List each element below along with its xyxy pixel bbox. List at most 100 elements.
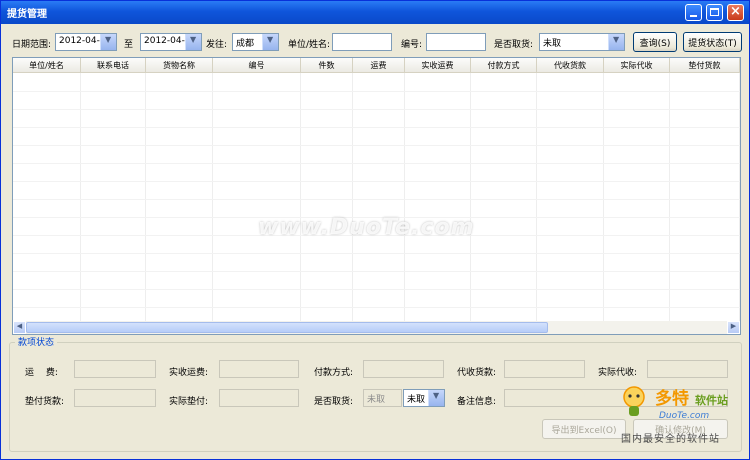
logo-small-text: 软件站 (695, 394, 728, 407)
grid-column-line (470, 73, 471, 321)
column-header[interactable]: 付款方式 (471, 58, 537, 73)
freight-label: 运 费: (25, 368, 58, 378)
column-header[interactable]: 货物名称 (146, 58, 213, 73)
grid-column-line (80, 73, 81, 321)
grid-row-line (13, 163, 740, 164)
origin-dropdown-button[interactable]: ▼ (262, 34, 278, 50)
grid-row-line (13, 181, 740, 182)
actual-cod-label: 实际代收: (598, 368, 638, 378)
payment-method-label: 付款方式: (314, 368, 354, 378)
window: 提货管理 × 日期范围: 2012-04-05 ▼ 至 2012-04-05 ▼… (0, 0, 750, 460)
grid-column-line (300, 73, 301, 321)
received-freight-label: 实收运费: (169, 368, 209, 378)
delivery-status-button[interactable]: 提货状态(T) (683, 32, 742, 52)
column-header[interactable]: 垫付货款 (670, 58, 740, 73)
grid-column-line (145, 73, 146, 321)
query-button[interactable]: 查询(S) (633, 32, 677, 52)
grid-column-line (739, 73, 740, 321)
grid-row-line (13, 307, 740, 308)
grid-row-line (13, 271, 740, 272)
origin-value: 成都 (236, 39, 255, 49)
remark-label: 备注信息: (457, 397, 497, 407)
picked-filter-select[interactable]: 未取 ▼ (539, 33, 625, 51)
grid-column-line (536, 73, 537, 321)
cod-field[interactable] (504, 360, 585, 378)
received-freight-field[interactable] (219, 360, 299, 378)
payment-method-field[interactable] (363, 360, 444, 378)
picked-filter-dropdown-button[interactable]: ▼ (608, 34, 624, 50)
maximize-icon (710, 8, 719, 16)
actual-cod-field[interactable] (647, 360, 728, 378)
minimize-icon (690, 15, 697, 17)
unit-name-label: 单位/姓名: (288, 40, 331, 50)
actual-advance-field[interactable] (219, 389, 299, 407)
chevron-down-icon: ▼ (613, 35, 620, 44)
column-header[interactable]: 实际代收 (604, 58, 670, 73)
scrollbar-thumb[interactable] (26, 322, 548, 333)
to-label: 至 (124, 40, 134, 50)
close-button[interactable]: × (727, 4, 744, 21)
date-from-dropdown-button[interactable]: ▼ (100, 34, 116, 50)
origin-select[interactable]: 成都 ▼ (232, 33, 279, 51)
column-header[interactable]: 实收运费 (405, 58, 471, 73)
grid-row-line (13, 199, 740, 200)
number-input[interactable] (426, 33, 486, 51)
unit-name-input[interactable] (332, 33, 392, 51)
column-header[interactable]: 代收货款 (537, 58, 604, 73)
number-label: 编号: (401, 40, 423, 50)
window-title: 提货管理 (7, 9, 47, 20)
freight-field[interactable] (74, 360, 156, 378)
close-icon: × (730, 4, 741, 19)
scroll-right-button[interactable]: ▶ (727, 321, 740, 334)
delivery-table[interactable]: 单位/姓名 联系电话 货物名称 编号 件数 运费 实收运费 付款方式 代收货款 实际代收 垫付货款 … (12, 57, 741, 335)
scroll-left-button[interactable]: ◀ (13, 321, 26, 334)
date-from-picker[interactable]: 2012-04-05 ▼ (55, 33, 117, 51)
maximize-button[interactable] (706, 4, 723, 21)
grid-column-line (352, 73, 353, 321)
logo-url-text: DuoTe.com (659, 411, 710, 421)
picked-status-label: 是否取货: (314, 397, 354, 407)
picked-status-field[interactable]: 未取 (363, 389, 402, 407)
grid-column-line (603, 73, 604, 321)
grid-row-line (13, 145, 740, 146)
origin-label: 发往: (206, 40, 228, 50)
duote-logo: 多特 软件站 DuoTe.com 国内最安全的软件站 (619, 384, 747, 445)
logo-big-text: 多特 (655, 389, 689, 409)
picked-status-select-value: 未取 (407, 395, 426, 405)
horizontal-scrollbar[interactable]: ◀ ▶ (13, 321, 740, 334)
chevron-down-icon: ▼ (190, 35, 197, 44)
advance-field[interactable] (74, 389, 156, 407)
chevron-down-icon: ▼ (433, 391, 440, 400)
cod-label: 代收货款: (457, 368, 497, 378)
logo-slogan: 国内最安全的软件站 (621, 434, 720, 445)
date-to-dropdown-button[interactable]: ▼ (185, 34, 201, 50)
grid-row-line (13, 127, 740, 128)
grid-column-line (404, 73, 405, 321)
grid-row-line (13, 91, 740, 92)
grid-row-line (13, 109, 740, 110)
column-header[interactable]: 编号 (213, 58, 301, 73)
grid-row-line (13, 253, 740, 254)
picked-status-select[interactable]: 未取 ▼ (403, 389, 445, 407)
date-to-picker[interactable]: 2012-04-05 ▼ (140, 33, 202, 51)
grid-column-line (212, 73, 213, 321)
grid-row-line (13, 289, 740, 290)
payment-status-title: 款项状态 (15, 335, 58, 348)
watermark-text: www.DuoTe.com (258, 215, 475, 240)
chevron-down-icon: ▼ (105, 35, 112, 44)
picked-status-dropdown-button[interactable]: ▼ (428, 390, 444, 406)
mascot-icon (623, 386, 645, 416)
column-header[interactable]: 运费 (353, 58, 405, 73)
column-header[interactable]: 单位/姓名 (13, 58, 81, 73)
title-bar[interactable]: 提货管理 × (1, 1, 749, 24)
table-header: 单位/姓名 联系电话 货物名称 编号 件数 运费 实收运费 付款方式 代收货款 实际代收 垫付货款 (13, 58, 740, 73)
picked-filter-value: 未取 (543, 39, 562, 49)
minimize-button[interactable] (685, 4, 702, 21)
export-excel-button[interactable]: 导出到Excel(O) (542, 419, 626, 439)
column-header[interactable]: 联系电话 (81, 58, 146, 73)
chevron-down-icon: ▼ (267, 35, 274, 44)
date-range-label: 日期范围: (12, 40, 52, 50)
picked-filter-label: 是否取货: (494, 40, 534, 50)
grid-column-line (669, 73, 670, 321)
column-header[interactable]: 件数 (301, 58, 353, 73)
